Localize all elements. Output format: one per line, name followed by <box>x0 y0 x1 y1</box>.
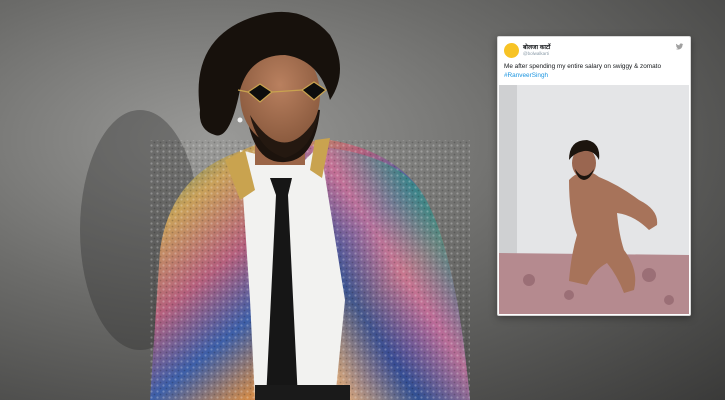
account-handle: @bolwalkarti <box>523 51 549 56</box>
news-photo-composite: बोलजा कार्टो @bolwalkarti Me after spend… <box>0 0 725 400</box>
display-name: बोलजा कार्टो <box>523 45 551 51</box>
twitter-bird-icon <box>675 43 684 50</box>
tweet-body: Me after spending my entire salary on sw… <box>504 63 661 70</box>
tweet-header: बोलजा कार्टो @bolwalkarti <box>504 42 684 60</box>
belt <box>255 385 350 400</box>
tweet-card: बोलजा कार्टो @bolwalkarti Me after spend… <box>497 36 691 316</box>
tweet-text: Me after spending my entire salary on sw… <box>504 63 686 80</box>
tweet-photo <box>499 85 689 314</box>
account-avatar <box>504 43 519 58</box>
earring <box>237 117 243 123</box>
hashtag-link[interactable]: #RanveerSingh <box>504 72 686 81</box>
